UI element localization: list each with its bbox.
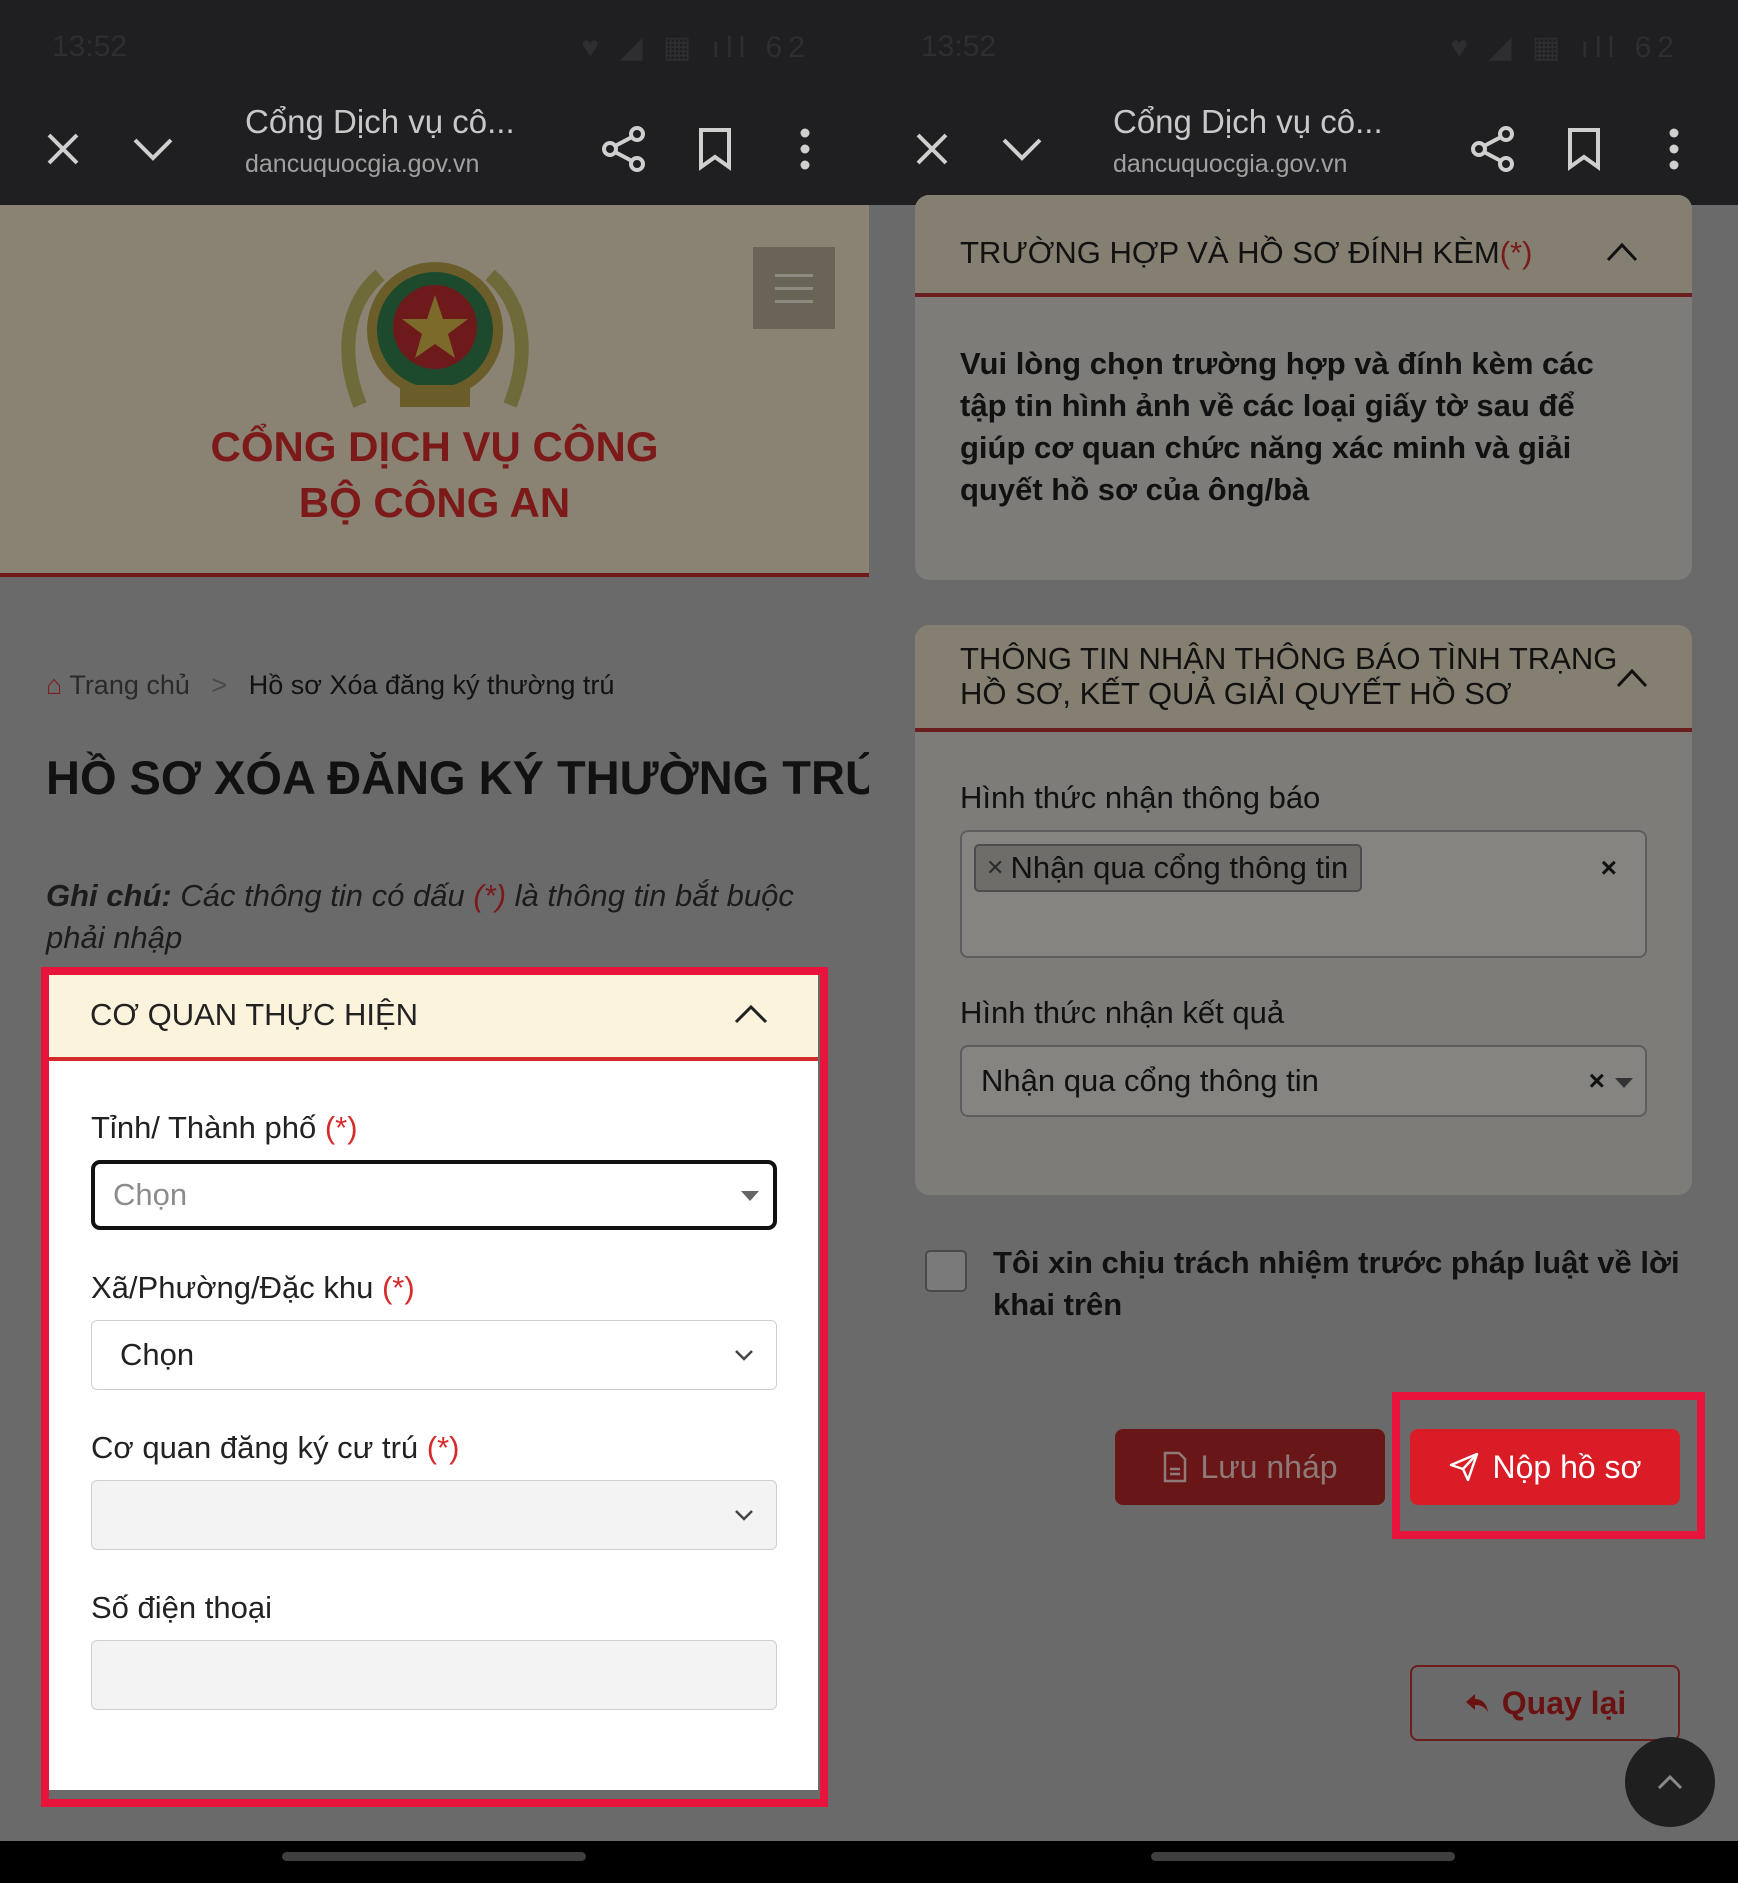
left-screen: 13:52 ♥ ◢ ▦ ıll 62 Cổng Dịch vụ cô... da… (0, 0, 869, 1883)
attachments-header[interactable]: TRƯỜNG HỢP VÀ HỒ SƠ ĐÍNH KÈM(*) (915, 195, 1692, 297)
bookmark-icon[interactable] (1554, 119, 1614, 179)
status-time: 13:52 (921, 30, 997, 63)
status-icons: ♥ ◢ ▦ ıll 62 (1450, 31, 1680, 64)
remove-tag-icon[interactable]: ✕ (986, 855, 1004, 881)
browser-page-title: Cổng Dịch vụ cô... (245, 103, 515, 140)
chevron-up-icon (1657, 1774, 1683, 1790)
menu-icon (775, 273, 813, 277)
browser-url[interactable]: dancuquocgia.gov.vn (1113, 150, 1347, 179)
banner-title-line1: CỔNG DỊCH VỤ CÔNG (210, 423, 659, 470)
page-title: HỒ SƠ XÓA ĐĂNG KÝ THƯỜNG TRÚ (46, 751, 869, 804)
site-header-banner: CỔNG DỊCH VỤ CÔNG BỘ CÔNG AN (0, 205, 869, 577)
dropdown-caret-icon (1615, 1078, 1633, 1088)
back-button[interactable]: Quay lại (1410, 1665, 1680, 1741)
bookmark-icon[interactable] (685, 119, 745, 179)
notify-method-label: Hình thức nhận thông báo (960, 780, 1321, 815)
share-icon[interactable] (594, 119, 654, 179)
status-bar: 13:52 ♥ ◢ ▦ ıll 62 (869, 0, 1738, 95)
battery-icon: 62 (765, 31, 811, 64)
notify-method-multiselect[interactable]: ✕ Nhận qua cổng thông tin × (960, 830, 1647, 958)
status-icons: ♥ ◢ ▦ ıll 62 (581, 31, 811, 64)
result-method-label: Hình thức nhận kết quả (960, 995, 1285, 1030)
home-gesture-bar[interactable] (1151, 1852, 1455, 1861)
home-gesture-bar[interactable] (282, 1852, 586, 1861)
close-icon[interactable] (902, 119, 962, 179)
clear-icon[interactable]: × (1589, 1065, 1605, 1097)
breadcrumb-current: Hồ sơ Xóa đăng ký thường trú (248, 670, 615, 700)
battery-icon: 62 (1634, 31, 1680, 64)
notification-card: THÔNG TIN NHẬN THÔNG BÁO TÌNH TRẠNG HỒ S… (915, 625, 1692, 1195)
document-icon (1164, 1451, 1187, 1483)
browser-page-title: Cổng Dịch vụ cô... (1113, 103, 1383, 140)
chevron-down-icon[interactable] (992, 119, 1052, 179)
police-emblem-logo (320, 235, 550, 440)
browser-url[interactable]: dancuquocgia.gov.vn (245, 150, 479, 179)
highlight-frame-agency (41, 967, 828, 1807)
breadcrumb-home-link[interactable]: Trang chủ (69, 670, 190, 700)
chevron-up-icon[interactable] (1605, 241, 1639, 263)
more-options-icon[interactable] (775, 119, 835, 179)
home-icon[interactable]: ⌂ (46, 670, 62, 700)
browser-toolbar: Cổng Dịch vụ cô... dancuquocgia.gov.vn (869, 95, 1738, 205)
right-screen: 13:52 ♥ ◢ ▦ ıll 62 Cổng Dịch vụ cô... da… (869, 0, 1738, 1883)
status-bar: 13:52 ♥ ◢ ▦ ıll 62 (0, 0, 869, 95)
banner-title-line2: BỘ CÔNG AN (298, 479, 571, 526)
close-icon[interactable] (33, 119, 93, 179)
attachments-title: TRƯỜNG HỢP VÀ HỒ SƠ ĐÍNH KÈM(*) (960, 235, 1533, 270)
chevron-down-icon[interactable] (123, 119, 183, 179)
required-note: Ghi chú: Các thông tin có dấu (*) là thô… (46, 878, 794, 955)
scroll-to-top-button[interactable] (1625, 1737, 1715, 1827)
nav-bar (869, 1841, 1738, 1883)
result-method-select[interactable]: Nhận qua cổng thông tin × (960, 1045, 1647, 1117)
notification-header[interactable]: THÔNG TIN NHẬN THÔNG BÁO TÌNH TRẠNG HỒ S… (915, 625, 1692, 732)
note-label: Ghi chú: (46, 878, 172, 913)
hamburger-menu-button[interactable] (753, 247, 835, 329)
more-options-icon[interactable] (1644, 119, 1704, 179)
attachments-card: TRƯỜNG HỢP VÀ HỒ SƠ ĐÍNH KÈM(*) Vui lòng… (915, 195, 1692, 580)
highlight-frame-submit (1392, 1392, 1705, 1539)
declaration-text: Tôi xin chịu trách nhiệm trước pháp luật… (993, 1245, 1680, 1322)
notification-title: THÔNG TIN NHẬN THÔNG BÁO TÌNH TRẠNG HỒ S… (960, 641, 1618, 711)
browser-toolbar: Cổng Dịch vụ cô... dancuquocgia.gov.vn (0, 95, 869, 205)
clear-icon[interactable]: × (1601, 852, 1617, 884)
reply-arrow-icon (1465, 1694, 1488, 1712)
chevron-up-icon[interactable] (1615, 667, 1649, 689)
breadcrumb: ⌂ Trang chủ > Hồ sơ Xóa đăng ký thường t… (46, 670, 614, 701)
breadcrumb-separator: > (211, 670, 228, 700)
attachments-instructions: Vui lòng chọn trường hợp và đính kèm các… (960, 346, 1594, 507)
save-draft-button[interactable]: Lưu nháp (1115, 1429, 1385, 1505)
share-icon[interactable] (1463, 119, 1523, 179)
declaration-checkbox[interactable] (925, 1250, 967, 1292)
status-time: 13:52 (52, 30, 128, 63)
nav-bar (0, 1841, 869, 1883)
selected-tag: ✕ Nhận qua cổng thông tin (974, 844, 1363, 892)
